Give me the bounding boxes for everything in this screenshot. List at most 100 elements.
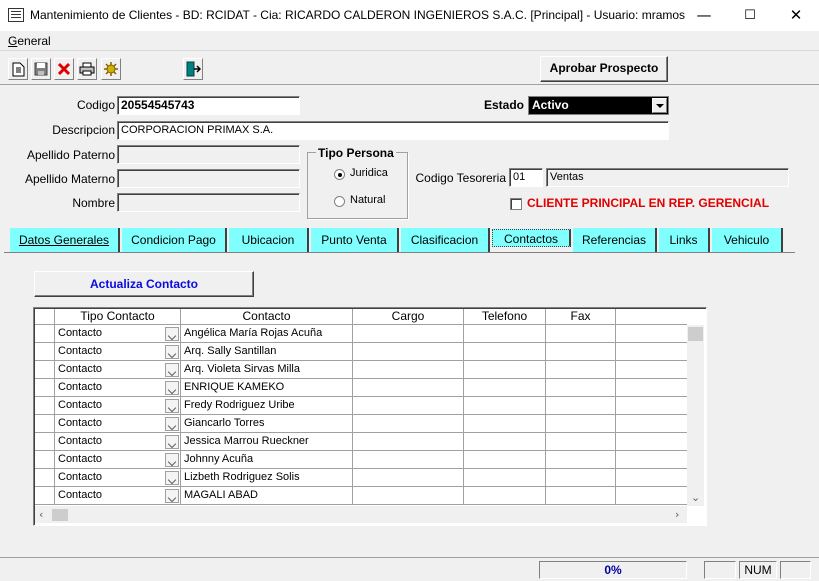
cargo-cell[interactable] — [353, 361, 464, 379]
fax-cell[interactable] — [546, 379, 616, 397]
descripcion-field[interactable]: CORPORACION PRIMAX S.A. — [117, 121, 669, 140]
fax-cell[interactable] — [546, 487, 616, 505]
telefono-cell[interactable] — [464, 487, 546, 505]
contacto-cell[interactable]: Angélica María Rojas Acuña — [181, 325, 353, 343]
tipo-contacto-cell[interactable]: Contacto — [55, 379, 181, 397]
delete-icon[interactable] — [54, 58, 74, 80]
tab-clasificacion[interactable]: Clasificacion — [401, 228, 490, 252]
contacto-cell[interactable]: Arq. Sally Santillan — [181, 343, 353, 361]
codigo-field[interactable]: 20554545743 — [117, 96, 300, 115]
cargo-cell[interactable] — [353, 325, 464, 343]
tipo-contacto-cell[interactable]: Contacto — [55, 397, 181, 415]
scroll-right-icon[interactable]: › — [675, 508, 679, 521]
vertical-scroll-thumb[interactable] — [688, 327, 703, 341]
fax-cell[interactable] — [546, 361, 616, 379]
cliente-principal-checkbox[interactable] — [510, 198, 522, 210]
telefono-cell[interactable] — [464, 415, 546, 433]
print-icon[interactable] — [77, 58, 97, 80]
fax-cell[interactable] — [546, 415, 616, 433]
vertical-scrollbar[interactable] — [687, 325, 704, 506]
fax-cell[interactable] — [546, 343, 616, 361]
new-document-icon[interactable] — [8, 58, 28, 80]
tipo-contacto-cell[interactable]: Contacto — [55, 469, 181, 487]
contacto-cell[interactable]: Jessica Marrou Rueckner — [181, 433, 353, 451]
contacto-cell[interactable]: ENRIQUE KAMEKO — [181, 379, 353, 397]
column-header-cargo[interactable]: Cargo — [353, 309, 464, 325]
natural-label[interactable]: Natural — [350, 194, 385, 206]
contacto-cell[interactable]: Giancarlo Torres — [181, 415, 353, 433]
minimize-button[interactable]: — — [681, 0, 727, 31]
cargo-cell[interactable] — [353, 343, 464, 361]
maximize-button[interactable]: ☐ — [727, 0, 773, 31]
cargo-cell[interactable] — [353, 397, 464, 415]
dropdown-chevron-icon[interactable] — [165, 417, 179, 431]
telefono-cell[interactable] — [464, 343, 546, 361]
telefono-cell[interactable] — [464, 361, 546, 379]
tab-links[interactable]: Links — [659, 228, 710, 252]
fax-cell[interactable] — [546, 451, 616, 469]
exit-icon[interactable] — [183, 58, 203, 80]
save-icon[interactable] — [31, 58, 51, 80]
tipo-contacto-cell[interactable]: Contacto — [55, 451, 181, 469]
juridica-label[interactable]: Juridica — [350, 167, 388, 179]
tipo-contacto-cell[interactable]: Contacto — [55, 433, 181, 451]
horizontal-scroll-thumb[interactable] — [52, 509, 68, 521]
contacto-cell[interactable]: Arq. Violeta Sirvas Milla — [181, 361, 353, 379]
contacto-cell[interactable]: Johnny Acuña — [181, 451, 353, 469]
juridica-radio[interactable] — [334, 169, 345, 180]
apellido-materno-field[interactable] — [117, 169, 300, 188]
row-selector[interactable] — [35, 487, 55, 505]
row-selector[interactable] — [35, 379, 55, 397]
dropdown-chevron-icon[interactable] — [165, 363, 179, 377]
cliente-principal-label[interactable]: CLIENTE PRINCIPAL EN REP. GERENCIAL — [527, 196, 769, 210]
dropdown-chevron-icon[interactable] — [165, 345, 179, 359]
telefono-cell[interactable] — [464, 433, 546, 451]
fax-cell[interactable] — [546, 433, 616, 451]
row-selector[interactable] — [35, 325, 55, 343]
aprobar-prospecto-button[interactable]: Aprobar Prospecto — [540, 56, 668, 82]
natural-radio[interactable] — [334, 196, 345, 207]
fax-cell[interactable] — [546, 325, 616, 343]
dropdown-chevron-icon[interactable] — [165, 399, 179, 413]
column-header-fax[interactable]: Fax — [546, 309, 616, 325]
telefono-cell[interactable] — [464, 379, 546, 397]
row-selector[interactable] — [35, 361, 55, 379]
contacto-cell[interactable]: Fredy Rodriguez Uribe — [181, 397, 353, 415]
tipo-contacto-cell[interactable]: Contacto — [55, 415, 181, 433]
dropdown-chevron-icon[interactable] — [165, 489, 179, 503]
cargo-cell[interactable] — [353, 451, 464, 469]
tab-condicion-pago[interactable]: Condicion Pago — [122, 228, 227, 252]
telefono-cell[interactable] — [464, 325, 546, 343]
column-header-tipo-contacto[interactable]: Tipo Contacto — [55, 309, 181, 325]
dropdown-chevron-icon[interactable] — [165, 453, 179, 467]
dropdown-chevron-icon[interactable] — [165, 381, 179, 395]
dropdown-chevron-icon[interactable] — [165, 327, 179, 341]
horizontal-scrollbar[interactable] — [35, 506, 687, 523]
row-selector[interactable] — [35, 415, 55, 433]
tab-contactos[interactable]: Contactos — [492, 229, 571, 247]
tipo-contacto-cell[interactable]: Contacto — [55, 343, 181, 361]
row-selector[interactable] — [35, 397, 55, 415]
tab-datos-generales[interactable]: Datos Generales — [10, 228, 120, 252]
tab-ubicacion[interactable]: Ubicacion — [229, 228, 309, 252]
settings-icon[interactable] — [101, 58, 121, 80]
menu-general[interactable]: General — [8, 34, 51, 48]
apellido-paterno-field[interactable] — [117, 145, 300, 164]
chevron-down-icon[interactable] — [652, 98, 667, 113]
telefono-cell[interactable] — [464, 469, 546, 487]
tipo-contacto-cell[interactable]: Contacto — [55, 325, 181, 343]
codigo-tesoreria-field[interactable]: 01 — [509, 168, 543, 187]
nombre-field[interactable] — [117, 193, 300, 212]
estado-select[interactable]: Activo — [528, 96, 669, 115]
tipo-contacto-cell[interactable]: Contacto — [55, 361, 181, 379]
fax-cell[interactable] — [546, 397, 616, 415]
telefono-cell[interactable] — [464, 397, 546, 415]
row-selector[interactable] — [35, 451, 55, 469]
cargo-cell[interactable] — [353, 379, 464, 397]
dropdown-chevron-icon[interactable] — [165, 435, 179, 449]
tab-vehiculo[interactable]: Vehiculo — [712, 228, 783, 252]
close-button[interactable]: ✕ — [773, 0, 819, 31]
telefono-cell[interactable] — [464, 451, 546, 469]
fax-cell[interactable] — [546, 469, 616, 487]
row-selector[interactable] — [35, 343, 55, 361]
